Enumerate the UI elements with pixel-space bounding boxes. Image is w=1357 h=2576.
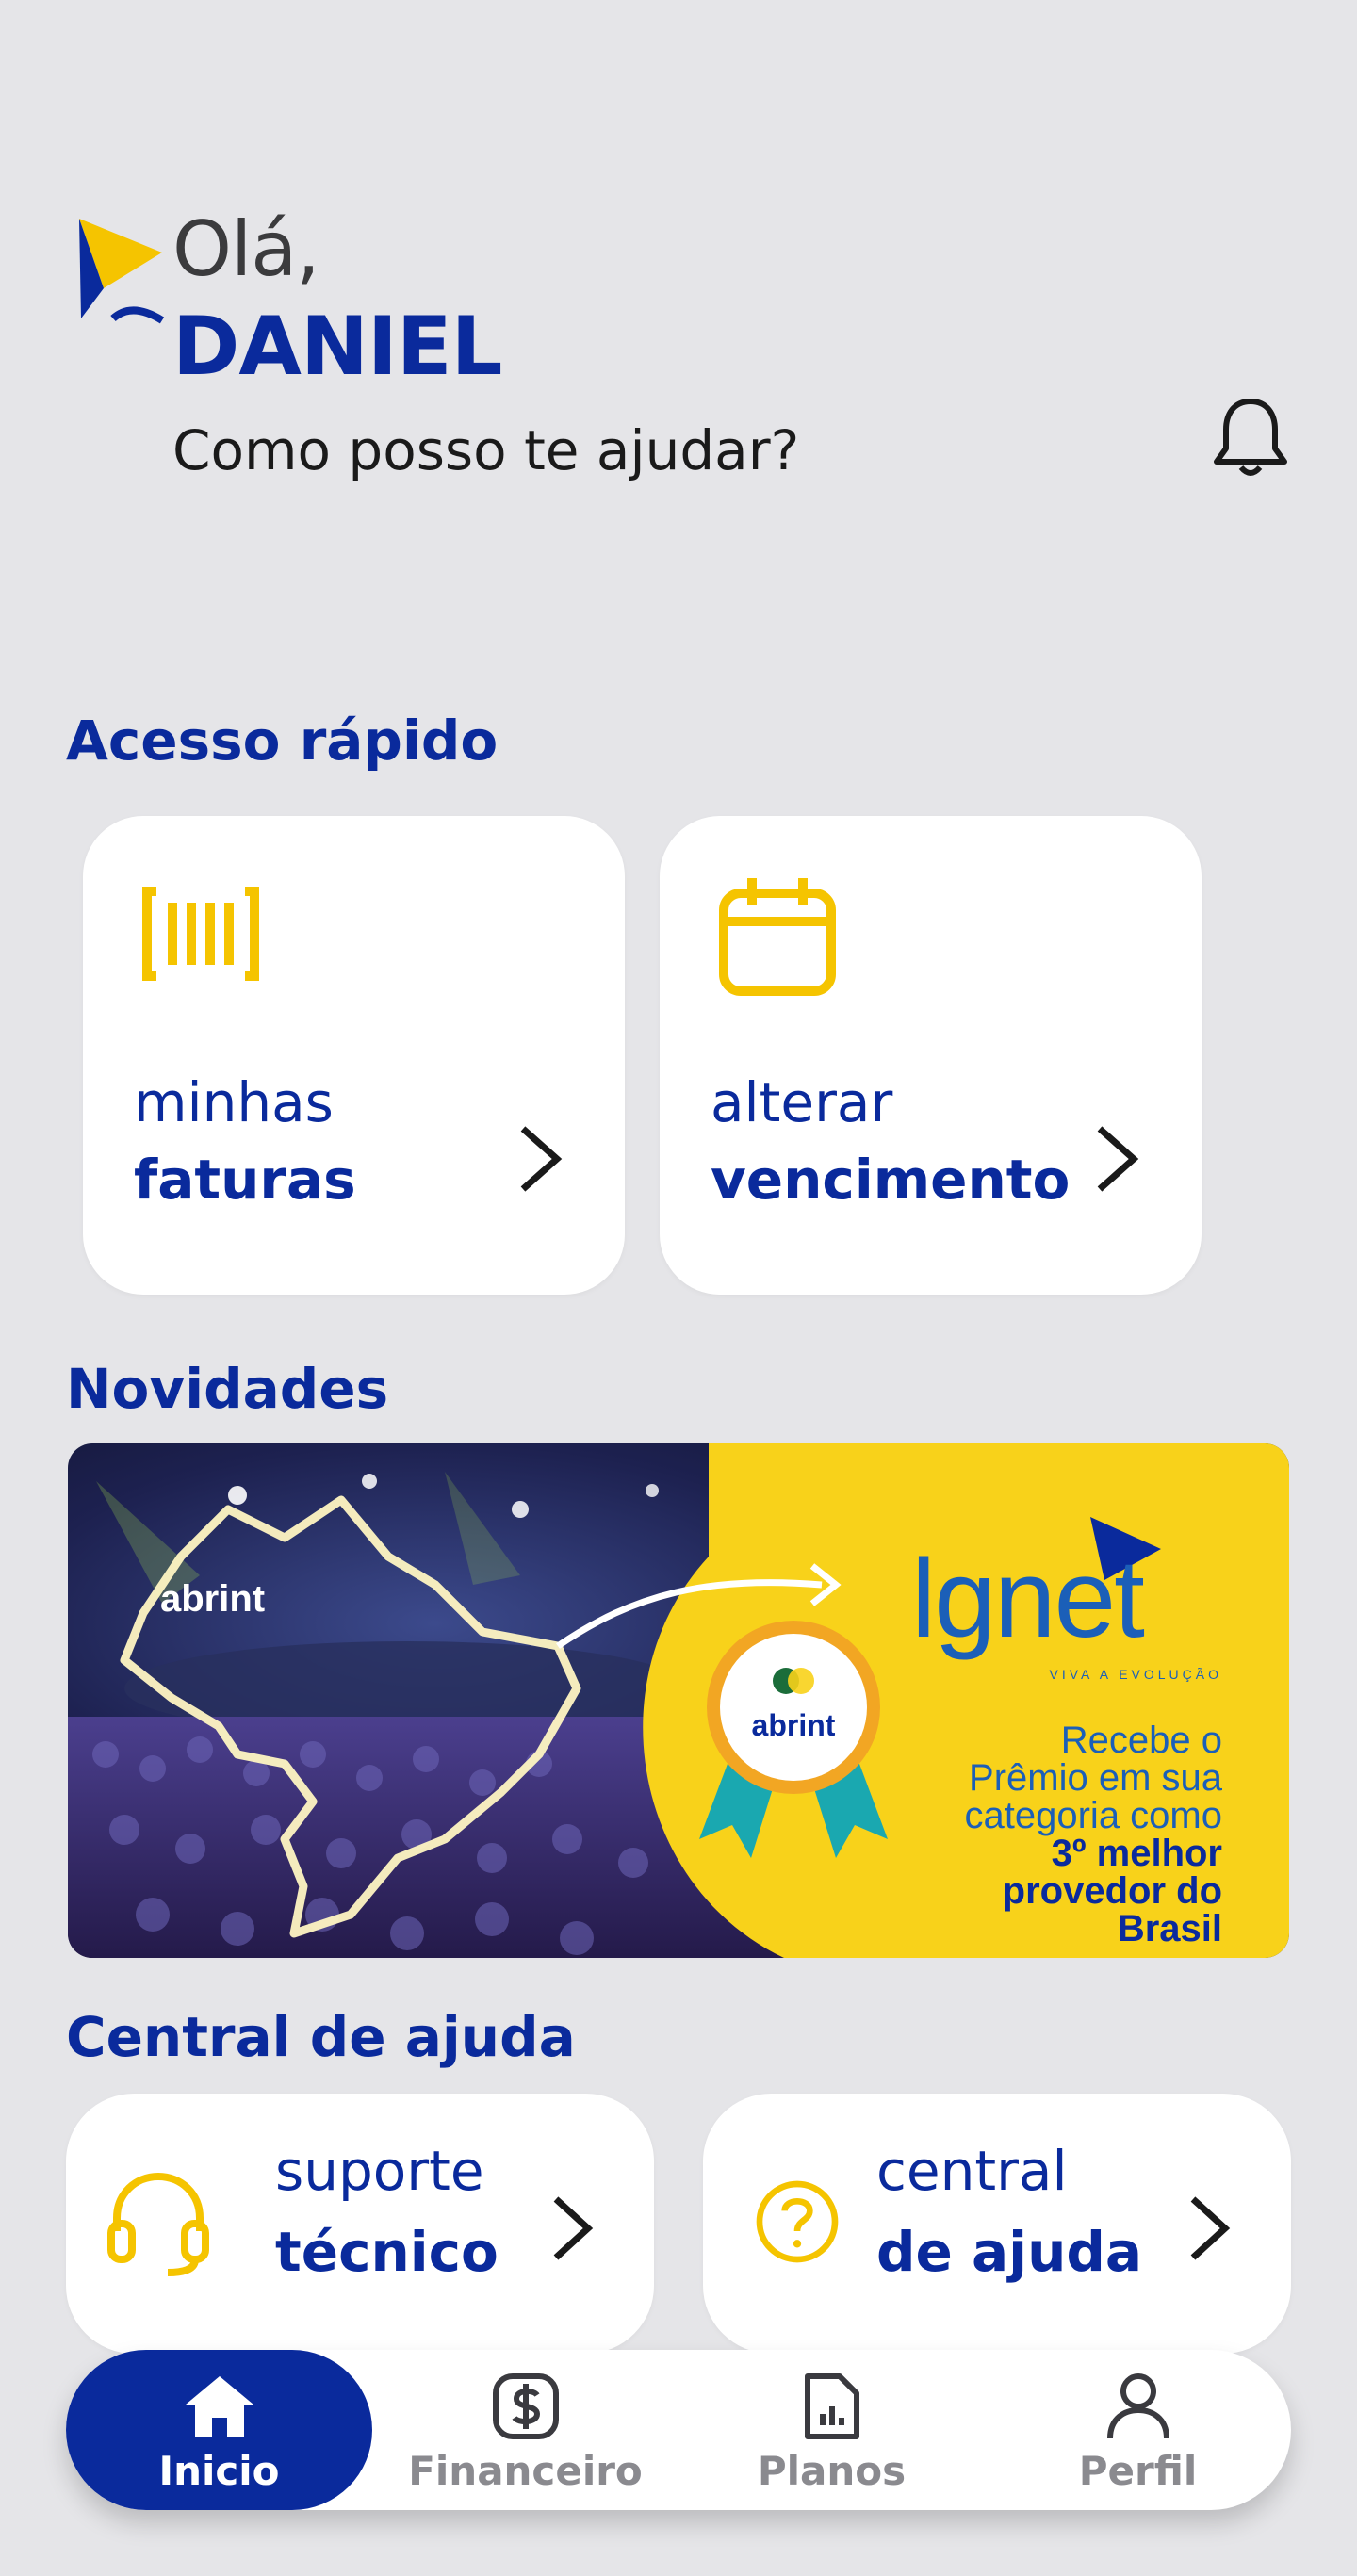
banner-message-2: Prêmio em sua — [969, 1757, 1223, 1799]
user-icon — [1106, 2373, 1169, 2439]
banner-brand: lgnet — [911, 1537, 1144, 1661]
home-icon — [185, 2376, 253, 2437]
banner-badge-text: abrint — [752, 1708, 836, 1742]
help-center-title: Central de ajuda — [66, 2005, 576, 2069]
invoices-label-line1: minhas — [134, 1070, 334, 1134]
chevron-right-icon — [553, 2196, 594, 2260]
news-banner[interactable]: abrint abrint lgnet VIVA A EVOLUÇÃO Rece… — [68, 1443, 1289, 1958]
tech-support-line2: técnico — [275, 2220, 499, 2284]
nav-item-financeiro[interactable]: Financeiro — [372, 2350, 678, 2510]
news-title: Novidades — [66, 1357, 389, 1421]
tech-support-line1: suporte — [275, 2139, 484, 2203]
brand-logo-icon — [79, 219, 165, 324]
banner-event-logo: abrint — [160, 1578, 265, 1620]
nav-label-planos: Planos — [757, 2448, 907, 2494]
nav-item-planos[interactable]: Planos — [678, 2350, 985, 2510]
nav-item-perfil[interactable]: Perfil — [985, 2350, 1291, 2510]
award-banner-image: abrint abrint lgnet VIVA A EVOLUÇÃO Rece… — [68, 1443, 1289, 1958]
invoices-label-line2: faturas — [134, 1148, 356, 1212]
banner-message-1: Recebe o — [1061, 1720, 1222, 1761]
help-center-card[interactable]: central de ajuda — [703, 2094, 1291, 2354]
user-name: DANIEL — [172, 300, 502, 394]
greeting-text: Olá, — [172, 205, 320, 293]
bottom-navigation: Inicio Financeiro Planos Perfil — [66, 2350, 1291, 2510]
chevron-right-icon — [1097, 1126, 1139, 1192]
notification-bell-icon[interactable] — [1209, 394, 1292, 481]
banner-brand-tagline: VIVA A EVOLUÇÃO — [1050, 1667, 1222, 1682]
nav-label-inicio: Inicio — [158, 2448, 280, 2494]
dollar-icon — [492, 2373, 559, 2439]
banner-highlight-3: Brasil — [1118, 1908, 1222, 1949]
banner-message-3: categoria como — [965, 1795, 1222, 1836]
tech-support-card[interactable]: suporte técnico — [66, 2094, 654, 2354]
banner-highlight-2: provedor do — [1003, 1870, 1222, 1912]
quick-access-title: Acesso rápido — [66, 709, 499, 773]
barcode-icon — [142, 887, 259, 981]
due-date-label-line2: vencimento — [711, 1148, 1071, 1212]
nav-label-perfil: Perfil — [1078, 2448, 1198, 2494]
nav-item-inicio[interactable]: Inicio — [66, 2350, 372, 2510]
invoices-card[interactable]: minhas faturas — [83, 816, 625, 1295]
due-date-label-line1: alterar — [711, 1070, 893, 1134]
nav-label-financeiro: Financeiro — [408, 2448, 643, 2494]
banner-highlight-1: 3º melhor — [1052, 1833, 1222, 1874]
change-due-date-card[interactable]: alterar vencimento — [660, 816, 1202, 1295]
chevron-right-icon — [520, 1126, 563, 1192]
chevron-right-icon — [1190, 2196, 1231, 2260]
document-chart-icon — [804, 2373, 859, 2439]
calendar-icon — [719, 878, 836, 996]
help-center-line1: central — [876, 2139, 1068, 2203]
help-circle-icon — [756, 2180, 839, 2263]
help-center-line2: de ajuda — [876, 2220, 1143, 2284]
headset-icon — [107, 2172, 209, 2276]
help-question: Como posso te ajudar? — [172, 418, 800, 482]
